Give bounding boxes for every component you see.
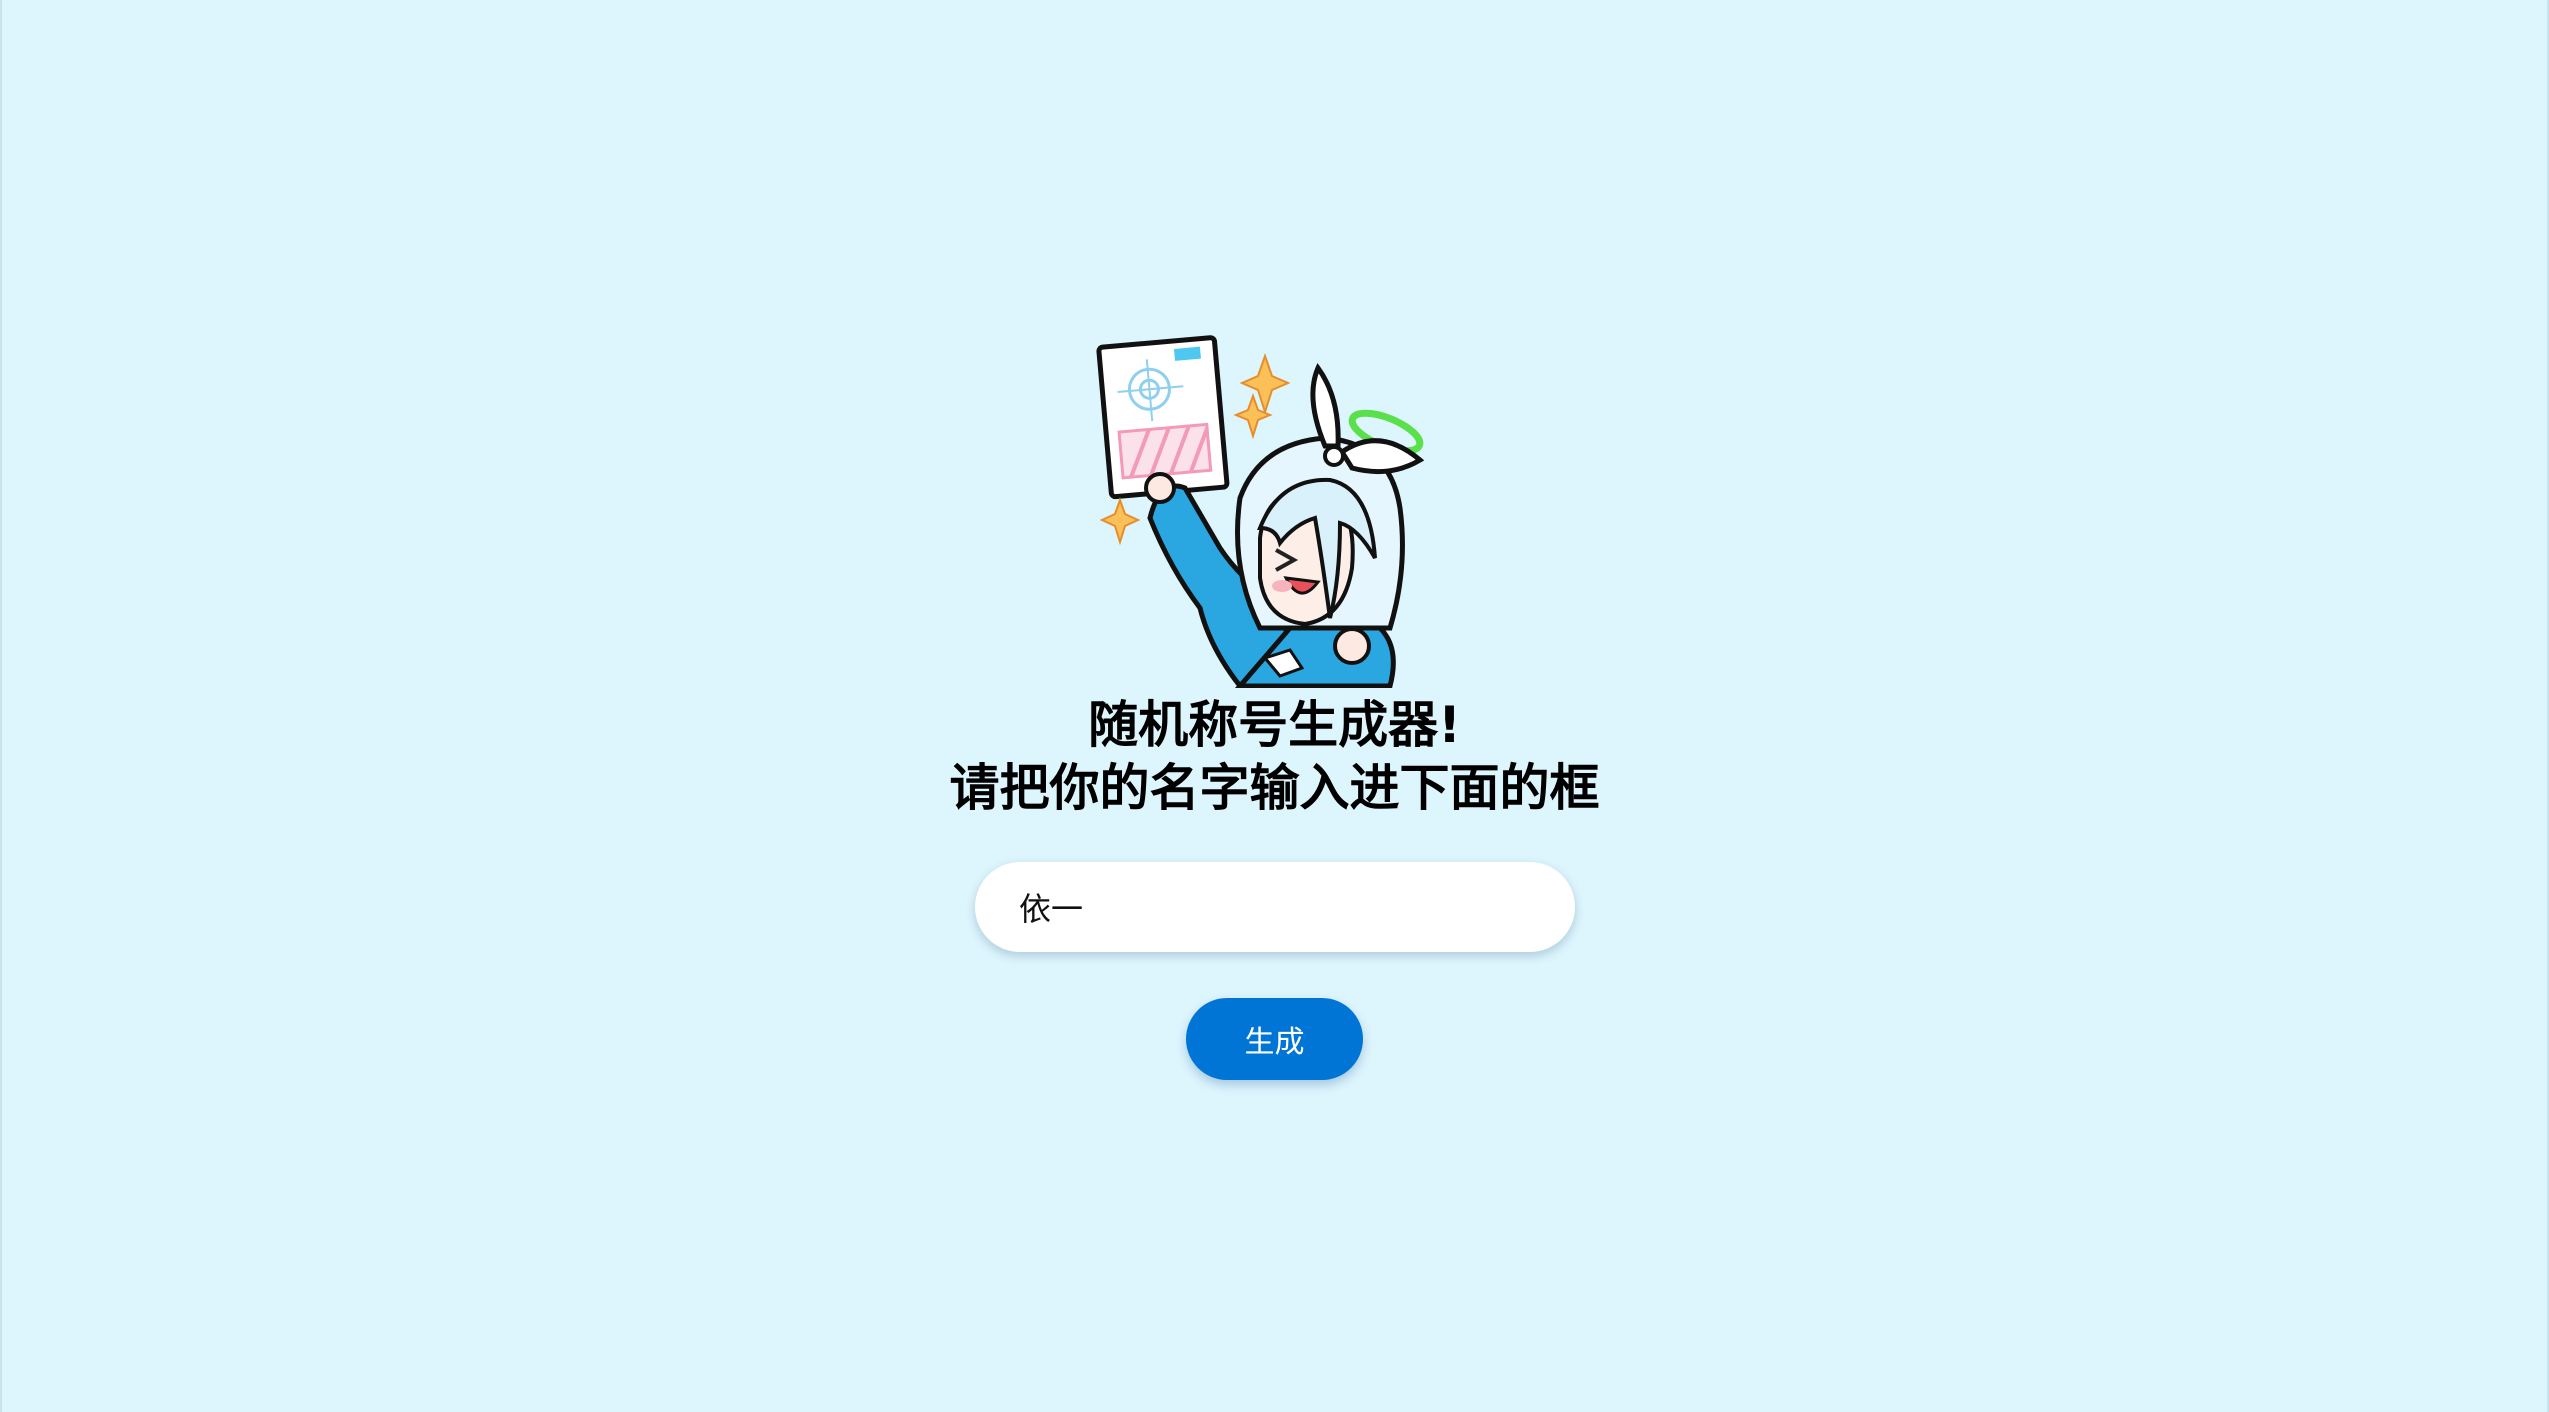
main-content: 随机称号生成器! 请把你的名字输入进下面的框 生成	[0, 0, 2549, 1412]
page: 随机称号生成器! 请把你的名字输入进下面的框 生成	[0, 0, 2549, 1412]
name-input[interactable]	[975, 862, 1575, 952]
generate-button[interactable]: 生成	[1186, 998, 1363, 1080]
mascot-illustration	[1096, 335, 1425, 688]
page-subtitle: 请把你的名字输入进下面的框	[949, 759, 1600, 817]
page-title: 随机称号生成器!	[1088, 696, 1461, 754]
